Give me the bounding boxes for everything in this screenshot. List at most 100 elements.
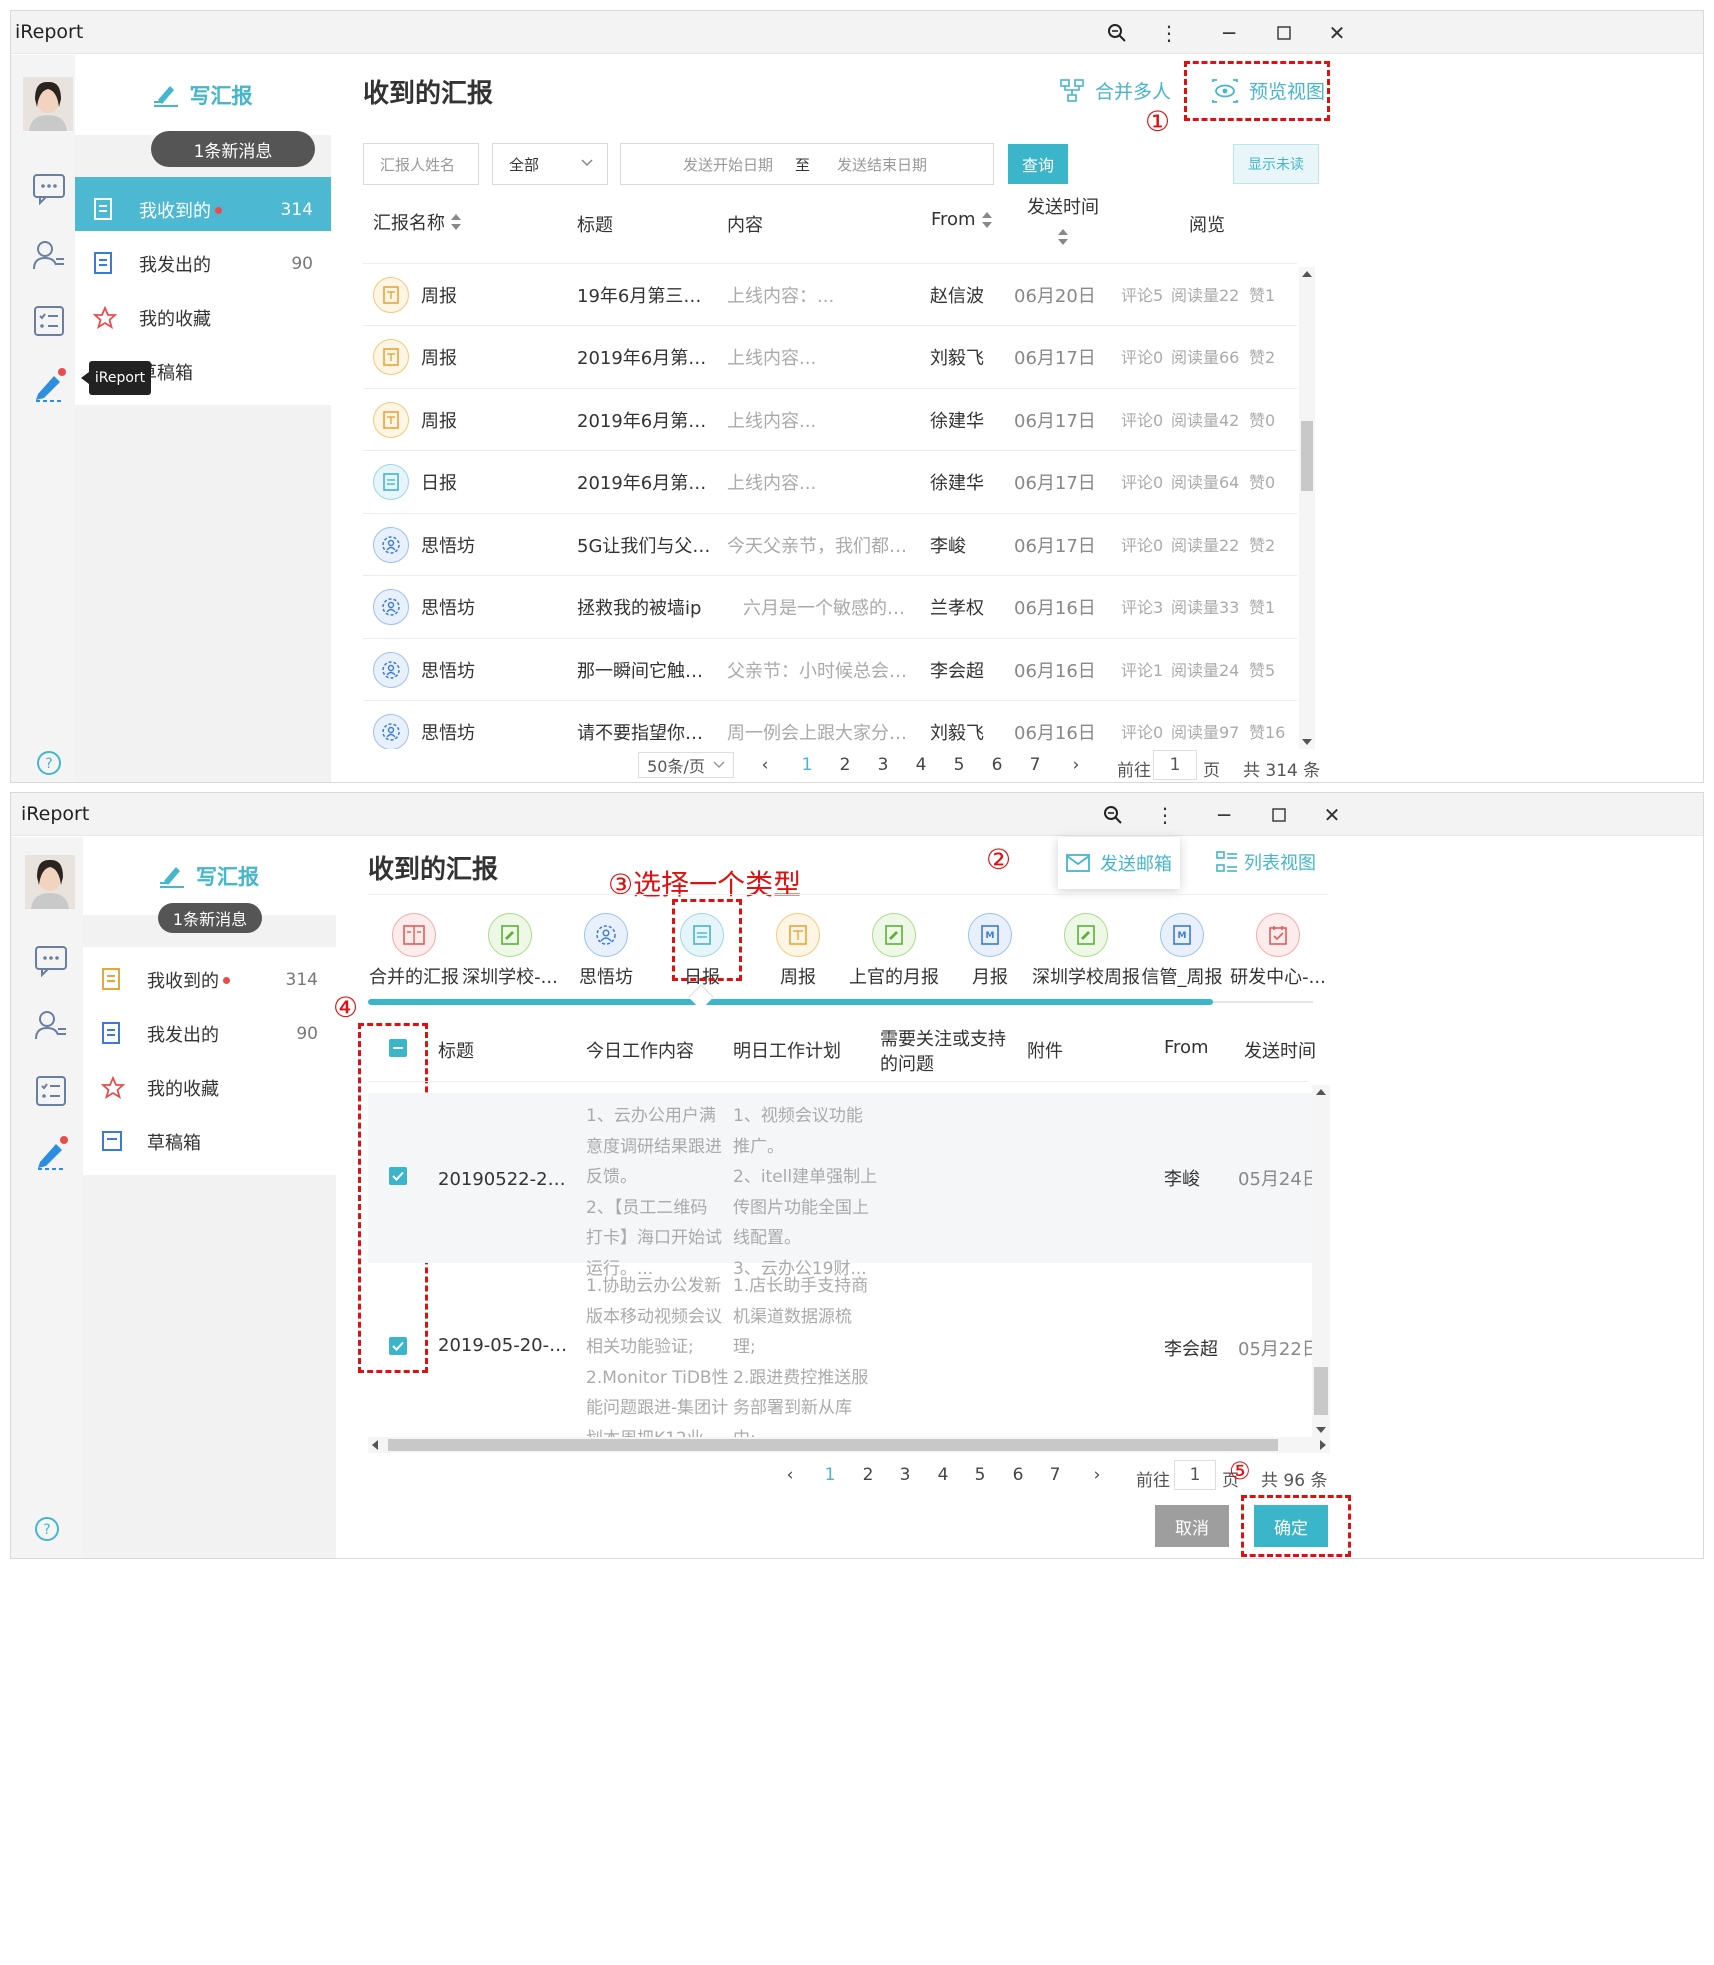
scrollbar-thumb[interactable] (1301, 421, 1313, 491)
page-6[interactable]: 6 (1006, 1465, 1030, 1485)
chat-icon[interactable] (31, 941, 71, 981)
table-row[interactable]: 20190522-24工... 1、云办公用户满 意度调研结果跟进 反馈。 2、… (368, 1093, 1313, 1279)
merge-button[interactable]: 合并多人 (1059, 77, 1171, 104)
ireport-pen-icon[interactable] (29, 365, 69, 405)
next-page-button[interactable]: › (1085, 1465, 1109, 1485)
page-3[interactable]: 3 (871, 755, 895, 775)
more-icon[interactable]: ⋮ (1147, 797, 1183, 833)
tasks-icon[interactable] (29, 301, 69, 341)
type-school-weekly[interactable]: 深圳学校周报 (1031, 913, 1141, 989)
scrollbar-thumb[interactable] (1314, 1367, 1328, 1415)
contacts-icon[interactable] (31, 1005, 71, 1045)
table-row[interactable]: 周报 2019年6月第2周... 上线内容... 刘毅飞 06月17日 评论0 … (363, 326, 1297, 389)
avatar[interactable] (23, 77, 73, 131)
page-1[interactable]: 1 (818, 1465, 842, 1485)
query-button[interactable]: 查询 (1008, 144, 1068, 184)
new-message-badge[interactable]: 1条新消息 (158, 903, 262, 933)
page-2[interactable]: 2 (833, 755, 857, 775)
page-4[interactable]: 4 (931, 1465, 955, 1485)
row-checkbox[interactable] (389, 1167, 407, 1185)
maximize-button[interactable] (1261, 797, 1297, 833)
table-row[interactable]: 思悟坊 那一瞬间它触动... 父亲节：小时候总会听到... 李会超 06月16日… (363, 639, 1297, 701)
scrollbar-thumb[interactable] (388, 1439, 1278, 1451)
page-7[interactable]: 7 (1023, 755, 1047, 775)
table-row[interactable]: 思悟坊 5G让我们与父母... 今天父亲节，我们都会选... 李峻 06月17日… (363, 514, 1297, 576)
col-from[interactable]: From (931, 209, 992, 230)
sidebar-item-drafts[interactable]: 草稿箱 (83, 1109, 336, 1175)
send-mail-button[interactable]: 发送邮箱 (1058, 837, 1180, 889)
more-icon[interactable]: ⋮ (1151, 15, 1187, 51)
page-7[interactable]: 7 (1043, 1465, 1067, 1485)
goto-page-input[interactable]: 1 (1153, 750, 1197, 780)
maximize-button[interactable] (1266, 15, 1302, 51)
write-report-button[interactable]: 写汇报 (75, 55, 331, 135)
new-message-badge[interactable]: 1条新消息 (151, 131, 315, 167)
help-icon[interactable]: ? (27, 1509, 67, 1549)
next-page-button[interactable]: › (1064, 755, 1088, 775)
date-range-input[interactable]: 发送开始日期 至 发送结束日期 (620, 143, 994, 185)
search-zoom-icon[interactable] (1095, 797, 1131, 833)
table-row[interactable]: 周报 2019年6月第2周... 上线内容... 徐建华 06月17日 评论0 … (363, 389, 1297, 451)
table-row[interactable]: 周报 19年6月第三周... 上线内容：... 赵信波 06月20日 评论5 阅… (363, 264, 1297, 326)
scroll-left-arrow[interactable] (372, 1440, 378, 1450)
reporter-name-input[interactable]: 汇报人姓名 (363, 143, 479, 185)
table-row[interactable]: 思悟坊 请不要指望你的... 周一例会上跟大家分享了... 刘毅飞 06月16日… (363, 701, 1297, 749)
col-title: 标题 (577, 211, 613, 237)
help-icon[interactable]: ? (29, 743, 69, 782)
ireport-pen-icon[interactable] (31, 1133, 71, 1173)
vertical-scrollbar[interactable] (1299, 267, 1315, 749)
show-unread-button[interactable]: 显示未读 (1233, 144, 1319, 184)
type-monthly-report[interactable]: 上官的月报 (839, 913, 949, 989)
vertical-scrollbar[interactable] (1312, 1085, 1330, 1437)
close-button[interactable]: ✕ (1314, 797, 1350, 833)
list-view-button[interactable]: 列表视图 (1216, 849, 1316, 875)
horizontal-scrollbar[interactable] (368, 1437, 1330, 1453)
type-select[interactable]: 全部 (492, 143, 608, 185)
type-monthly[interactable]: M 月报 (935, 913, 1045, 989)
prev-page-button[interactable]: ‹ (778, 1465, 802, 1485)
col-send-time[interactable]: 发送时间 (1027, 193, 1099, 245)
scroll-down-arrow[interactable] (1302, 739, 1312, 745)
avatar[interactable] (25, 855, 75, 909)
chat-icon[interactable] (29, 169, 69, 209)
type-label: 研发中心-... (1230, 967, 1326, 988)
page-5[interactable]: 5 (947, 755, 971, 775)
scroll-up-arrow[interactable] (1302, 271, 1312, 277)
goto-page-input[interactable]: 1 (1174, 1460, 1216, 1490)
prev-page-button[interactable]: ‹ (753, 755, 777, 775)
type-merged-report[interactable]: 合并的汇报 (359, 913, 469, 989)
row-title: 2019年6月第2周... (577, 411, 717, 432)
type-label: 深圳学校-... (462, 967, 558, 988)
page-2[interactable]: 2 (856, 1465, 880, 1485)
type-weekly-report[interactable]: 周报 (743, 913, 853, 989)
select-all-checkbox[interactable] (389, 1039, 407, 1057)
thought-icon (373, 714, 409, 749)
type-thought[interactable]: 思悟坊 (551, 913, 661, 989)
col-report-name[interactable]: 汇报名称 (373, 209, 461, 235)
page-3[interactable]: 3 (893, 1465, 917, 1485)
tasks-icon[interactable] (31, 1071, 71, 1111)
minimize-button[interactable]: ─ (1211, 15, 1247, 51)
cancel-button[interactable]: 取消 (1155, 1505, 1229, 1547)
page-1[interactable]: 1 (795, 755, 819, 775)
contacts-icon[interactable] (29, 235, 69, 275)
table-row[interactable]: 2019-05-20-21 ... 1.协助云办公发新 版本移动视频会议 相关功… (368, 1263, 1313, 1437)
search-zoom-icon[interactable] (1099, 15, 1135, 51)
info-weekly-icon: M (1160, 913, 1204, 957)
sidebar-item-count: 90 (296, 1024, 318, 1044)
scroll-up-arrow[interactable] (1316, 1089, 1326, 1095)
page-6[interactable]: 6 (985, 755, 1009, 775)
page-4[interactable]: 4 (909, 755, 933, 775)
type-rnd-center[interactable]: 研发中心-... (1223, 913, 1333, 989)
type-school-report[interactable]: 深圳学校-... (455, 913, 565, 989)
page-5[interactable]: 5 (968, 1465, 992, 1485)
page-size-select[interactable]: 50条/页 (638, 752, 734, 778)
table-row[interactable]: 日报 2019年6月第2周... 上线内容... 徐建华 06月17日 评论0 … (363, 451, 1297, 514)
minimize-button[interactable]: ─ (1206, 797, 1242, 833)
table-row[interactable]: 思悟坊 拯救我的被墙ip 六月是一个敏感的月份... 兰孝权 06月16日 评论… (363, 576, 1297, 639)
scroll-right-arrow[interactable] (1320, 1440, 1326, 1450)
scroll-down-arrow[interactable] (1316, 1427, 1326, 1433)
close-button[interactable]: ✕ (1319, 15, 1355, 51)
type-info-weekly[interactable]: M 信管_周报 (1127, 913, 1237, 989)
row-checkbox[interactable] (389, 1337, 407, 1355)
